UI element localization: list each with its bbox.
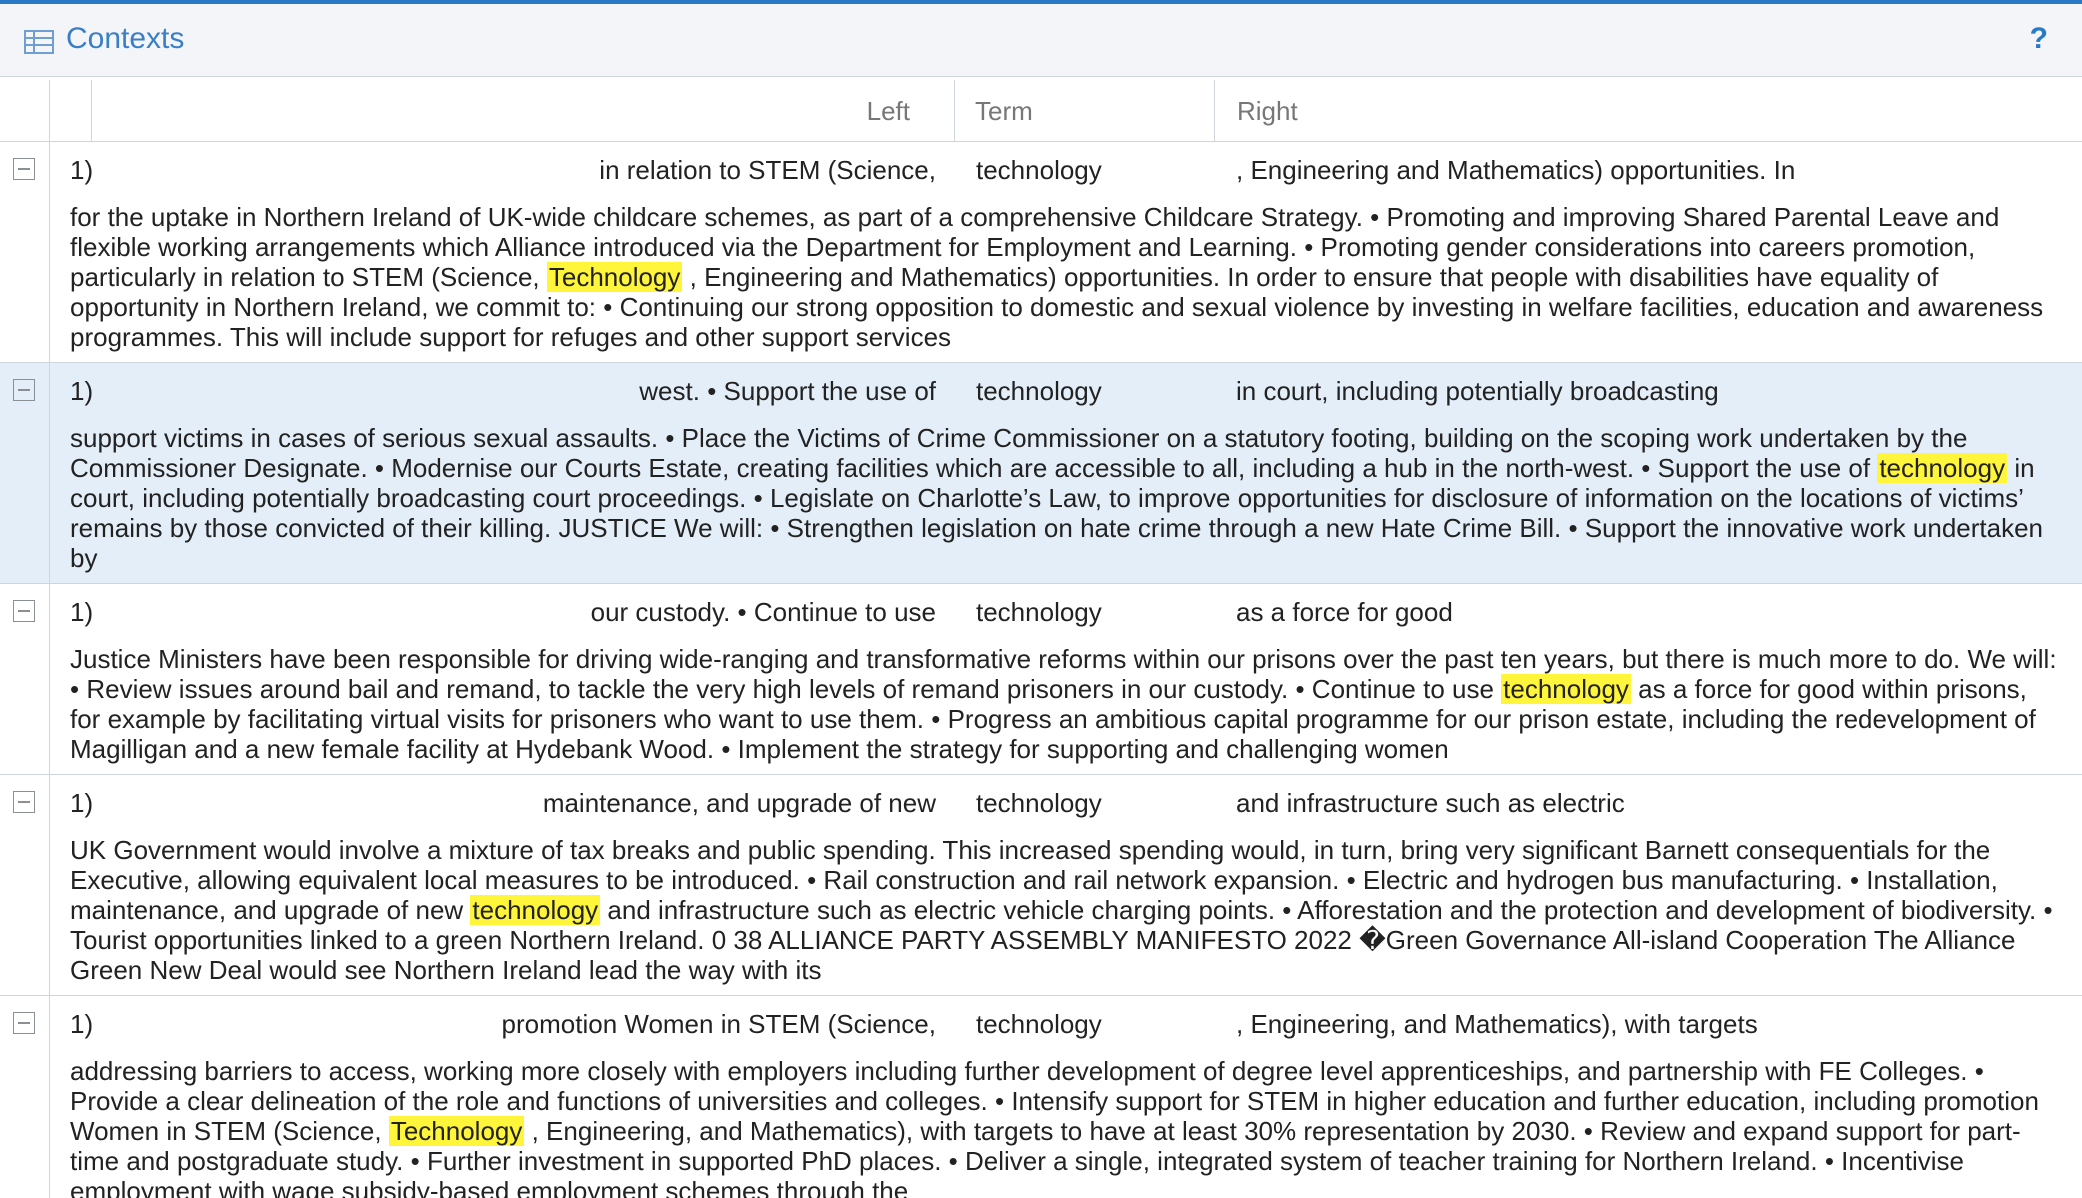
right-context: in court, including potentially broadcas… xyxy=(1236,376,1719,406)
left-context: west. • Support the use of xyxy=(639,376,936,406)
kwic-line: 1) promotion Women in STEM (Science, tec… xyxy=(0,996,2082,1054)
term-cell: technology xyxy=(976,1009,1102,1039)
kwic-line: 1) maintenance, and upgrade of new techn… xyxy=(0,775,2082,833)
context-before: support victims in cases of serious sexu… xyxy=(70,423,1968,483)
highlighted-term: technology xyxy=(470,895,601,925)
term-cell: technology xyxy=(976,155,1102,185)
right-context: and infrastructure such as electric xyxy=(1236,788,1625,818)
expanded-context: for the uptake in Northern Ireland of UK… xyxy=(70,200,2062,362)
expanded-context: Justice Ministers have been responsible … xyxy=(70,642,2062,774)
column-label-left: Left xyxy=(866,96,910,126)
kwic-line: 1) our custody. • Continue to use techno… xyxy=(0,584,2082,642)
highlighted-term: technology xyxy=(1501,674,1631,704)
expanded-context: support victims in cases of serious sexu… xyxy=(70,421,2062,583)
left-context: our custody. • Continue to use xyxy=(590,597,936,627)
help-button[interactable]: ? xyxy=(2030,22,2048,56)
highlighted-term: Technology xyxy=(546,262,683,292)
column-label-term: Term xyxy=(975,96,1033,126)
contexts-panel: Contexts ? Left Term Right 1) in relatio… xyxy=(0,0,2082,1198)
highlighted-term: Technology xyxy=(388,1116,525,1146)
row-number: 1) xyxy=(70,597,94,627)
row-number: 1) xyxy=(70,155,94,185)
table-row[interactable]: 1) our custody. • Continue to use techno… xyxy=(0,584,2082,775)
expanded-context: UK Government would involve a mixture of… xyxy=(70,833,2062,995)
row-number: 1) xyxy=(70,788,94,818)
column-header-right[interactable]: Right xyxy=(1215,80,2082,141)
table-row[interactable]: 1) west. • Support the use of technology… xyxy=(0,363,2082,584)
right-context: , Engineering and Mathematics) opportuni… xyxy=(1236,155,1796,185)
column-header-left[interactable]: Left xyxy=(92,80,955,141)
kwic-line: 1) in relation to STEM (Science, technol… xyxy=(0,142,2082,200)
expanded-context: addressing barriers to access, working m… xyxy=(70,1054,2062,1198)
table-row[interactable]: 1) in relation to STEM (Science, technol… xyxy=(0,142,2082,363)
left-context: maintenance, and upgrade of new xyxy=(542,788,936,818)
column-header-row: Left Term Right xyxy=(0,80,2082,142)
right-context: , Engineering, and Mathematics), with ta… xyxy=(1236,1009,1758,1039)
table-row[interactable]: 1) promotion Women in STEM (Science, tec… xyxy=(0,996,2082,1198)
left-context: in relation to STEM (Science, xyxy=(599,155,936,185)
term-cell: technology xyxy=(976,597,1102,627)
row-number: 1) xyxy=(70,376,94,406)
context-rows: 1) in relation to STEM (Science, technol… xyxy=(0,142,2082,1198)
column-label-right: Right xyxy=(1237,96,1298,126)
panel-title: Contexts xyxy=(66,22,185,55)
column-header-index xyxy=(50,80,92,141)
right-context: as a force for good xyxy=(1236,597,1453,627)
term-cell: technology xyxy=(976,788,1102,818)
highlighted-term: technology xyxy=(1877,453,2008,483)
table-row[interactable]: 1) maintenance, and upgrade of new techn… xyxy=(0,775,2082,996)
column-header-term[interactable]: Term xyxy=(955,80,1215,141)
term-cell: technology xyxy=(976,376,1102,406)
row-number: 1) xyxy=(70,1009,94,1039)
table-grid-icon xyxy=(24,30,54,54)
kwic-line: 1) west. • Support the use of technology… xyxy=(0,363,2082,421)
column-header-gutter xyxy=(0,80,50,141)
left-context: promotion Women in STEM (Science, xyxy=(501,1009,936,1039)
panel-header: Contexts ? xyxy=(0,4,2082,77)
